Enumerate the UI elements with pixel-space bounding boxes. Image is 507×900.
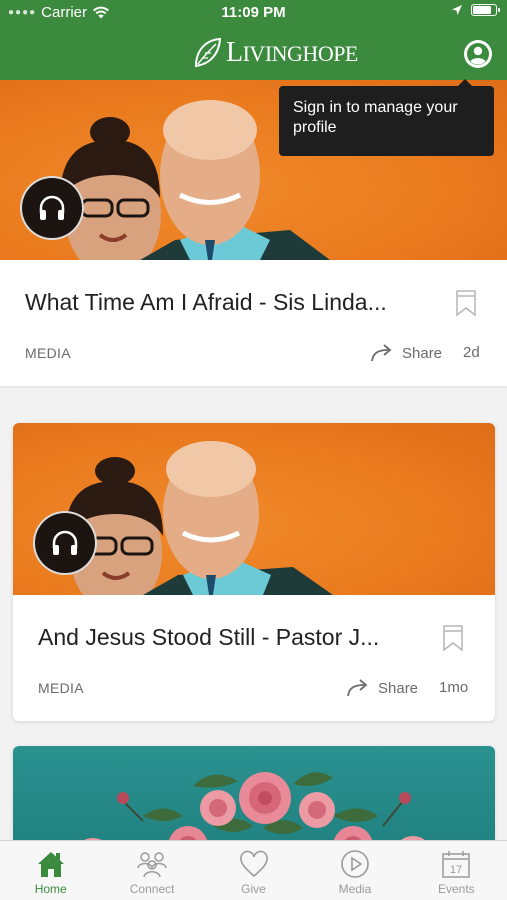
tab-label: Give [241, 882, 266, 896]
content-feed[interactable]: What Time Am I Afraid - Sis Linda... MED… [0, 80, 507, 840]
headphones-icon [52, 530, 78, 555]
svg-text:17: 17 [450, 864, 462, 876]
play-circle-icon [341, 850, 369, 878]
people-icon [137, 852, 167, 878]
battery-fill [473, 6, 491, 14]
leaf-logo-icon [194, 37, 222, 68]
card-title[interactable]: And Jesus Stood Still - Pastor J... [38, 624, 418, 651]
share-button[interactable]: Share [346, 678, 418, 698]
card-title[interactable]: What Time Am I Afraid - Sis Linda... [25, 289, 430, 316]
calendar-icon: 17 [442, 851, 471, 878]
tab-media[interactable]: Media [304, 841, 405, 900]
card-category: MEDIA [38, 680, 84, 696]
tab-label: Connect [129, 882, 175, 896]
tab-bar: Home Connect Give Media 17 Events [0, 840, 507, 900]
tab-connect[interactable]: Connect [101, 841, 202, 900]
share-arrow-icon [371, 344, 392, 362]
sign-in-tooltip[interactable]: Sign in to manage your profile [279, 79, 494, 156]
share-button[interactable]: Share [370, 343, 442, 363]
home-icon [37, 852, 64, 877]
clock: 11:09 PM [221, 4, 286, 21]
tab-events[interactable]: 17 Events [406, 841, 507, 900]
location-arrow-icon [452, 5, 462, 15]
profile-button[interactable] [464, 40, 492, 68]
tab-label: Media [338, 882, 372, 896]
status-bar: ●●●● Carrier 11:09 PM [0, 0, 507, 26]
tab-home[interactable]: Home [0, 841, 101, 900]
card-age: 2d [463, 344, 480, 361]
share-label: Share [402, 344, 443, 362]
tab-give[interactable]: Give [203, 841, 304, 900]
card-age: 1mo [439, 679, 469, 696]
logo-text: LIVINGHOPE [226, 37, 358, 69]
audio-badge[interactable] [33, 511, 97, 575]
bookmark-icon[interactable] [455, 289, 477, 317]
battery-icon [471, 4, 500, 16]
speakers-photo [65, 441, 333, 595]
card-category: MEDIA [25, 345, 71, 361]
card-thumbnail[interactable] [13, 746, 495, 840]
heart-icon [239, 850, 268, 878]
share-arrow-icon [347, 679, 368, 697]
logo-initial: L [226, 37, 243, 68]
tooltip-text: Sign in to manage your profile [293, 99, 458, 136]
feed-card[interactable]: And Jesus Stood Still - Pastor J... MEDI… [13, 423, 495, 721]
tab-label: Home [34, 882, 67, 896]
nav-bar: LIVINGHOPE [0, 26, 507, 80]
feed-card[interactable] [13, 746, 495, 840]
tab-label: Events [437, 882, 475, 896]
audio-badge[interactable] [20, 176, 84, 240]
user-icon [467, 43, 489, 65]
share-label: Share [378, 679, 419, 697]
headphones-icon [39, 195, 65, 220]
card-thumbnail[interactable] [13, 423, 495, 595]
app-logo: LIVINGHOPE [192, 35, 358, 71]
roses-artwork [84, 772, 425, 840]
status-right [451, 4, 500, 16]
bookmark-icon[interactable] [442, 624, 464, 652]
logo-rest: IVINGHOPE [242, 41, 359, 66]
